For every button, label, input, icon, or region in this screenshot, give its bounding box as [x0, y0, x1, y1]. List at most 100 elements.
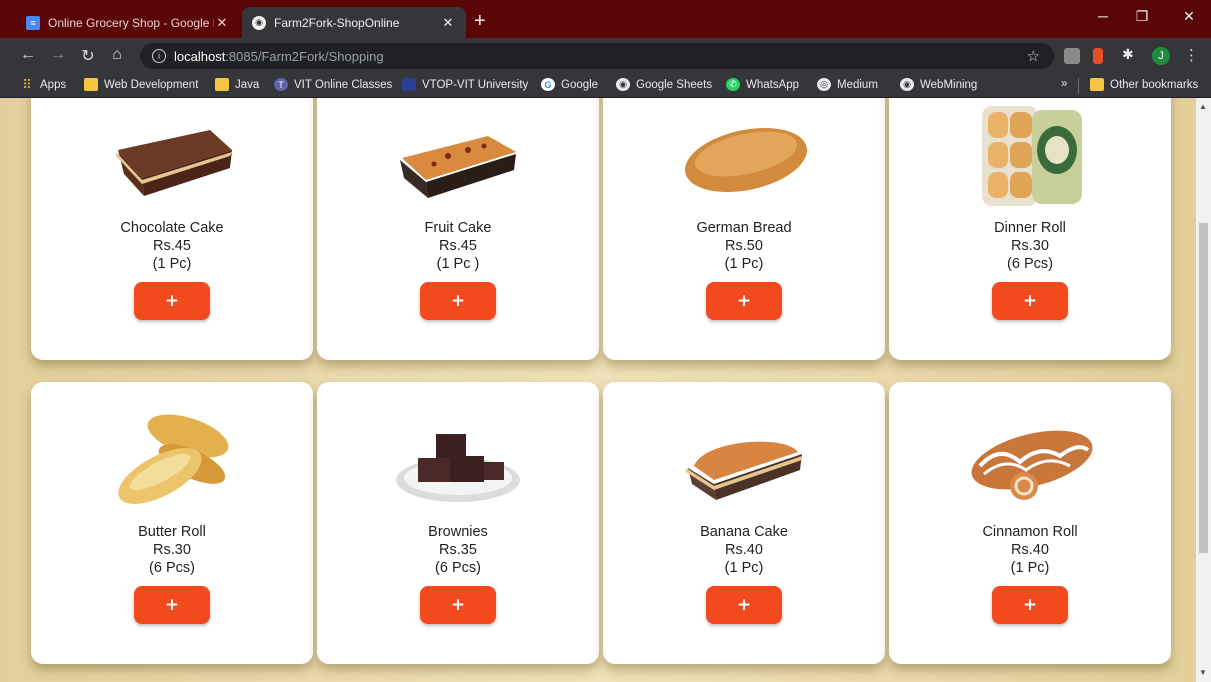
- teams-icon: T: [274, 78, 288, 91]
- restore-icon[interactable]: ❐: [1132, 8, 1152, 25]
- close-icon[interactable]: ✕: [440, 15, 456, 31]
- banana-cake-image: [686, 441, 802, 500]
- bookmark-label: Apps: [40, 78, 67, 91]
- bookmark-google[interactable]: G Google: [541, 78, 598, 91]
- reload-icon[interactable]: ↻: [78, 46, 98, 66]
- bookmark-vtop[interactable]: VTOP-VIT University: [402, 78, 528, 91]
- add-to-cart-button[interactable]: +: [134, 282, 210, 320]
- bookmark-label: Google Sheets: [636, 78, 713, 91]
- product-card-fruit-cake: Fruit Cake Rs.45 (1 Pc ) +: [317, 98, 599, 360]
- bookmarks-divider: [1078, 78, 1079, 94]
- dinner-roll-image: [982, 106, 1082, 206]
- bookmarks-overflow-icon[interactable]: »: [1061, 78, 1067, 90]
- butter-roll-image: [118, 414, 229, 504]
- close-icon[interactable]: ✕: [214, 15, 230, 31]
- product-name: Banana Cake: [700, 524, 788, 540]
- new-tab-plus-icon[interactable]: +: [474, 10, 486, 33]
- folder-icon: [1090, 78, 1104, 91]
- profile-avatar[interactable]: J: [1152, 47, 1170, 65]
- back-arrow-icon[interactable]: ←: [18, 46, 38, 64]
- cinnamon-roll-image: [971, 430, 1093, 500]
- url-host: localhost: [174, 48, 226, 64]
- tab-farm2fork[interactable]: ◉ Farm2Fork-ShopOnline ✕: [242, 7, 466, 38]
- german-bread-image: [685, 127, 807, 193]
- extension-icon[interactable]: [1093, 48, 1103, 64]
- product-quantity: (1 Pc): [1010, 560, 1050, 576]
- add-to-cart-button[interactable]: +: [706, 586, 782, 624]
- scroll-up-icon[interactable]: ▲: [1199, 102, 1207, 111]
- product-price: Rs.40: [725, 542, 763, 558]
- product-quantity: (6 Pcs): [1007, 256, 1053, 272]
- product-card-banana-cake: Banana Cake Rs.40 (1 Pc) +: [603, 382, 885, 664]
- product-name: Brownies: [428, 524, 488, 540]
- scroll-down-icon[interactable]: ▼: [1199, 668, 1207, 677]
- bookmark-label: Medium: [837, 78, 878, 91]
- product-price: Rs.35: [439, 542, 477, 558]
- product-price: Rs.45: [439, 238, 477, 254]
- bookmark-label: Web Development: [104, 78, 199, 91]
- bookmark-label: VIT Online Classes: [294, 78, 393, 91]
- puzzle-extensions-icon[interactable]: ✱: [1122, 46, 1138, 62]
- bookmark-star-icon[interactable]: ☆: [1027, 47, 1040, 65]
- product-quantity: (6 Pcs): [435, 560, 481, 576]
- product-name: Butter Roll: [138, 524, 206, 540]
- extension-icon[interactable]: [1064, 48, 1080, 64]
- browser-toolbar: ← → ↻ ⌂ i localhost:8085/Farm2Fork/Shopp…: [0, 38, 1211, 74]
- info-icon[interactable]: i: [152, 49, 166, 63]
- globe-icon: ◉: [252, 15, 266, 30]
- globe-icon: ◉: [616, 78, 630, 91]
- product-quantity: (1 Pc ): [436, 256, 480, 272]
- product-price: Rs.30: [1011, 238, 1049, 254]
- vtop-icon: [402, 78, 416, 91]
- product-price: Rs.45: [153, 238, 191, 254]
- product-card-dinner-roll: Dinner Roll Rs.30 (6 Pcs) +: [889, 98, 1171, 360]
- add-to-cart-button[interactable]: +: [134, 586, 210, 624]
- bookmark-google-sheets[interactable]: ◉ Google Sheets: [616, 78, 712, 91]
- bookmark-label: WebMining: [920, 78, 978, 91]
- product-quantity: (1 Pc): [724, 256, 764, 272]
- window-close-icon[interactable]: ✕: [1179, 8, 1199, 25]
- more-menu-icon[interactable]: ⋮: [1184, 46, 1199, 64]
- bookmark-webmining[interactable]: ◉ WebMining: [900, 78, 977, 91]
- add-to-cart-button[interactable]: +: [992, 586, 1068, 624]
- home-icon[interactable]: ⌂: [107, 46, 127, 64]
- bookmark-label: Other bookmarks: [1110, 78, 1199, 91]
- bookmark-label: Java: [235, 78, 260, 91]
- bookmark-whatsapp[interactable]: ✆ WhatsApp: [726, 78, 799, 91]
- tab-title: Farm2Fork-ShopOnline: [274, 15, 400, 30]
- bookmark-medium[interactable]: ◎ Medium: [817, 78, 878, 91]
- whatsapp-icon: ✆: [726, 78, 740, 91]
- bookmark-apps[interactable]: ⠿ Apps: [20, 76, 67, 92]
- minimize-icon[interactable]: ─: [1093, 8, 1113, 24]
- bookmarks-bar: ⠿ Apps Web Development Java T VIT Online…: [0, 74, 1211, 98]
- folder-icon: [215, 78, 229, 91]
- bookmark-web-development[interactable]: Web Development: [84, 78, 198, 91]
- add-to-cart-button[interactable]: +: [992, 282, 1068, 320]
- product-name: Fruit Cake: [424, 220, 492, 236]
- apps-icon: ⠿: [22, 76, 32, 92]
- globe-icon: ◉: [900, 78, 914, 91]
- forward-arrow-icon[interactable]: →: [48, 46, 68, 64]
- bookmark-other-bookmarks[interactable]: Other bookmarks: [1090, 78, 1198, 91]
- bookmark-java[interactable]: Java: [215, 78, 259, 91]
- browser-tab-bar: ≡ Online Grocery Shop - Google Do ✕ ◉ Fa…: [0, 0, 1211, 38]
- product-quantity: (1 Pc): [724, 560, 764, 576]
- fruit-cake-image: [400, 136, 516, 198]
- add-to-cart-button[interactable]: +: [420, 282, 496, 320]
- bookmark-vit-online-classes[interactable]: T VIT Online Classes: [274, 78, 392, 91]
- product-card-german-bread: German Bread Rs.50 (1 Pc) +: [603, 98, 885, 360]
- bookmark-label: VTOP-VIT University: [422, 78, 529, 91]
- tab-title: Online Grocery Shop - Google Do: [48, 15, 214, 30]
- page-scrollbar[interactable]: ▲ ▼: [1196, 98, 1211, 682]
- scrollbar-thumb[interactable]: [1199, 223, 1208, 553]
- tab-google-docs[interactable]: ≡ Online Grocery Shop - Google Do ✕: [16, 7, 240, 38]
- chocolate-cake-image: [116, 130, 232, 196]
- address-bar-input[interactable]: i localhost:8085/Farm2Fork/Shopping ☆: [140, 43, 1054, 69]
- folder-icon: [84, 78, 98, 91]
- medium-icon: ◎: [817, 78, 831, 91]
- add-to-cart-button[interactable]: +: [420, 586, 496, 624]
- add-to-cart-button[interactable]: +: [706, 282, 782, 320]
- bookmark-label: Google: [561, 78, 599, 91]
- product-name: Cinnamon Roll: [982, 524, 1078, 540]
- google-icon: G: [541, 78, 555, 91]
